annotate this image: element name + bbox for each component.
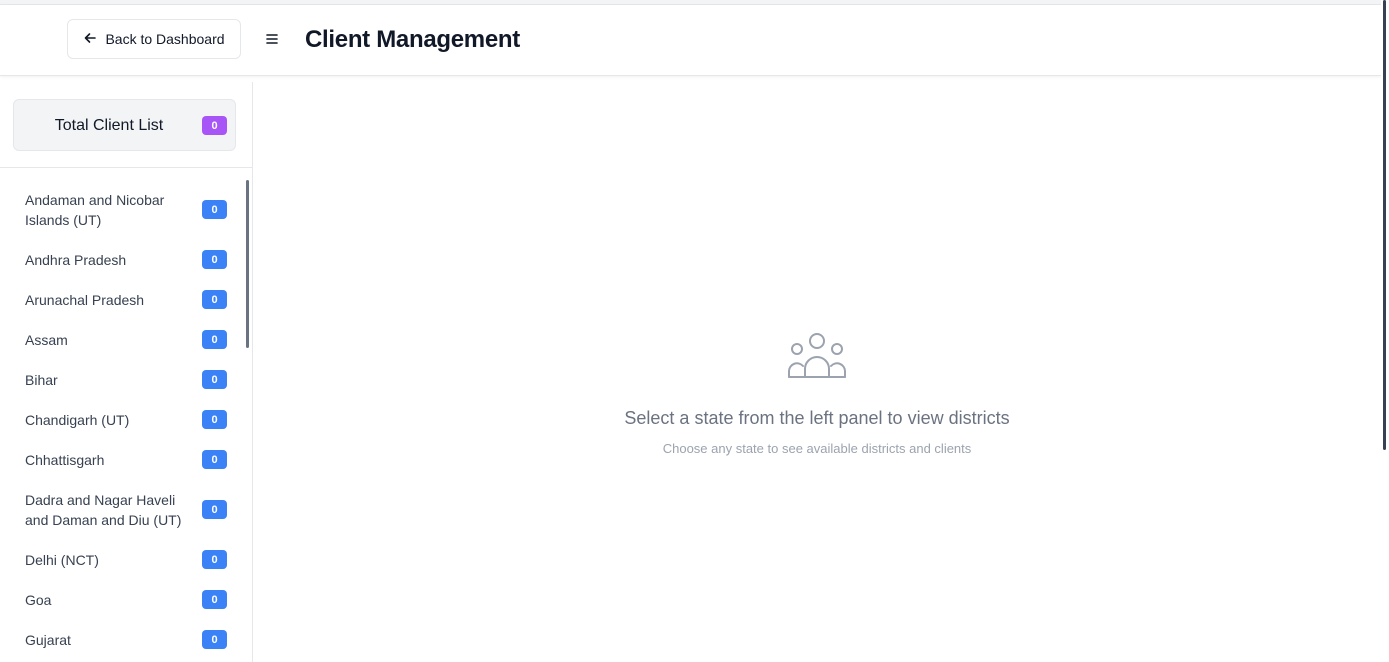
state-count-badge: 0 <box>202 630 227 649</box>
state-item-andaman-nicobar[interactable]: Andaman and Nicobar Islands (UT) 0 <box>0 180 252 240</box>
state-count-badge: 0 <box>202 370 227 389</box>
state-count-badge: 0 <box>202 450 227 469</box>
page-title: Client Management <box>305 26 520 53</box>
state-item-delhi[interactable]: Delhi (NCT) 0 <box>0 540 252 580</box>
state-name: Assam <box>25 332 68 348</box>
page-header: Back to Dashboard Client Management <box>0 5 1381 76</box>
state-count-badge: 0 <box>202 410 227 429</box>
state-name: Gujarat <box>25 632 71 648</box>
state-item-gujarat[interactable]: Gujarat 0 <box>0 620 252 660</box>
state-count-badge: 0 <box>202 250 227 269</box>
hamburger-menu-icon[interactable] <box>264 31 280 47</box>
state-item-andhra-pradesh[interactable]: Andhra Pradesh 0 <box>0 240 252 280</box>
state-item-assam[interactable]: Assam 0 <box>0 320 252 360</box>
empty-state: Select a state from the left panel to vi… <box>253 330 1381 456</box>
state-name: Dadra and Nagar Haveli and Daman and Diu… <box>25 492 182 528</box>
back-button-label: Back to Dashboard <box>105 31 225 47</box>
state-name: Arunachal Pradesh <box>25 292 145 308</box>
total-client-count-badge: 0 <box>202 116 227 135</box>
state-name: Chhattisgarh <box>25 452 105 468</box>
state-count-badge: 0 <box>202 330 227 349</box>
total-client-list-button[interactable]: Total Client List 0 <box>13 99 236 151</box>
state-name: Goa <box>25 592 52 608</box>
state-sidebar: Total Client List 0 Andaman and Nicobar … <box>0 82 253 662</box>
state-list: Andaman and Nicobar Islands (UT) 0 Andhr… <box>0 180 252 660</box>
back-to-dashboard-button[interactable]: Back to Dashboard <box>67 19 241 59</box>
state-item-bihar[interactable]: Bihar 0 <box>0 360 252 400</box>
arrow-left-icon <box>83 31 97 48</box>
state-name: Delhi (NCT) <box>25 552 99 568</box>
empty-state-subtitle: Choose any state to see available distri… <box>662 441 972 456</box>
state-count-badge: 0 <box>202 550 227 569</box>
state-name: Andaman and Nicobar Islands (UT) <box>25 192 165 228</box>
state-item-chandigarh[interactable]: Chandigarh (UT) 0 <box>0 400 252 440</box>
state-count-badge: 0 <box>202 590 227 609</box>
window-scrollbar-thumb[interactable] <box>1383 0 1386 450</box>
state-name: Chandigarh (UT) <box>25 412 130 428</box>
state-item-dadra-nagar-haveli[interactable]: Dadra and Nagar Haveli and Daman and Diu… <box>0 480 252 540</box>
state-item-chhattisgarh[interactable]: Chhattisgarh 0 <box>0 440 252 480</box>
empty-state-title: Select a state from the left panel to vi… <box>624 408 1010 428</box>
state-count-badge: 0 <box>202 290 227 309</box>
state-name: Andhra Pradesh <box>25 252 127 268</box>
window-scrollbar[interactable] <box>1381 0 1389 662</box>
state-item-arunachal-pradesh[interactable]: Arunachal Pradesh 0 <box>0 280 252 320</box>
sidebar-scrollbar-thumb[interactable] <box>246 180 249 348</box>
state-item-goa[interactable]: Goa 0 <box>0 580 252 620</box>
total-client-list-label: Total Client List <box>54 117 164 134</box>
state-count-badge: 0 <box>202 500 227 519</box>
state-count-badge: 0 <box>202 200 227 219</box>
total-client-section: Total Client List 0 <box>0 82 252 168</box>
users-icon <box>253 330 1381 380</box>
state-name: Bihar <box>25 372 58 388</box>
